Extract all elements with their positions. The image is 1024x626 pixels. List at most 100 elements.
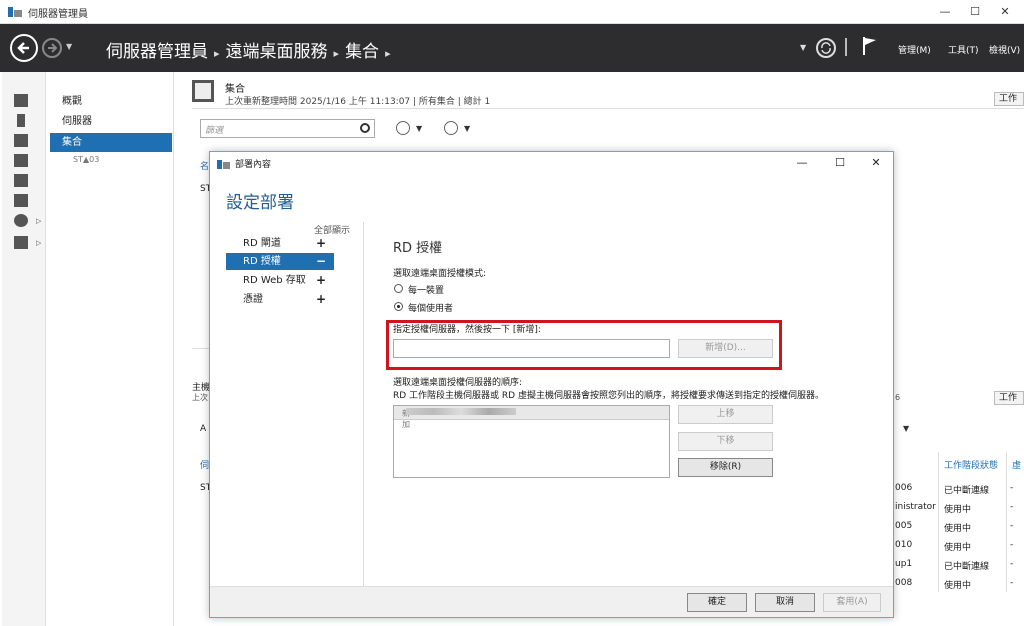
view-menu[interactable]: 檢視(V) [989, 43, 1020, 56]
breadcrumb-server-manager[interactable]: 伺服器管理員 [106, 42, 208, 62]
host-count: 6 [895, 393, 901, 402]
chevron-down-icon[interactable]: ▼ [903, 424, 909, 433]
collection-name-column[interactable]: 名 [200, 159, 209, 172]
cancel-button[interactable]: 取消 [755, 593, 815, 612]
per-user-label[interactable]: 每個使用者 [408, 301, 453, 314]
dialog-nav-label: RD 閘道 [243, 238, 281, 249]
tools-menu[interactable]: 工具(T) [948, 43, 979, 56]
per-device-label[interactable]: 每一裝置 [408, 283, 444, 296]
collections-subtitle: 上次重新整理時間 2025/1/16 上午 11:13:07 | 所有集合 | … [225, 97, 491, 107]
all-servers-icon[interactable] [14, 134, 28, 147]
session-state: 已中斷連線 [944, 562, 990, 572]
history-dropdown-icon[interactable]: ▼ [66, 42, 72, 51]
window-titlebar: 伺服器管理員 — ☐ ✕ [0, 0, 1024, 24]
session-state: 使用中 [944, 581, 972, 591]
section-divider [192, 108, 1024, 109]
chevron-down-icon[interactable]: ▼ [464, 124, 470, 133]
dialog-minimize-button[interactable]: — [788, 154, 816, 172]
dialog-footer: 確定 取消 套用(A) [210, 586, 893, 617]
column-divider [938, 452, 939, 592]
session-state: 已中斷連線 [944, 486, 990, 496]
collapse-minus-icon[interactable]: − [316, 253, 326, 270]
session-user[interactable]: up1 [895, 559, 912, 569]
remove-button[interactable]: 移除(R) [678, 458, 773, 477]
file-services-icon[interactable] [14, 194, 28, 207]
session-user[interactable]: inistrator [895, 502, 936, 512]
notification-flag-icon[interactable] [862, 36, 878, 56]
per-user-radio[interactable] [394, 302, 403, 311]
breadcrumb-collections[interactable]: 集合 [345, 42, 379, 62]
expand-plus-icon[interactable]: + [316, 272, 326, 289]
nav-item-overview[interactable]: 概觀 [50, 92, 172, 111]
ad-cs-icon[interactable] [14, 154, 28, 167]
filter-input[interactable]: 篩選 [200, 119, 375, 138]
dialog-close-button[interactable]: ✕ [862, 154, 890, 172]
license-server-input[interactable] [393, 339, 670, 358]
print-services-icon[interactable] [14, 174, 28, 187]
nav-item-servers[interactable]: 伺服器 [50, 112, 172, 131]
chevron-down-icon[interactable]: ▼ [416, 124, 422, 133]
search-icon[interactable] [360, 123, 370, 133]
license-server-list[interactable]: 新加 [393, 405, 670, 478]
expand-plus-icon[interactable]: + [316, 235, 326, 252]
redacted-server-name [406, 408, 516, 415]
breadcrumb-rds[interactable]: 遠端桌面服務 [226, 42, 328, 62]
session-state-column[interactable]: 工作階段狀態 [944, 458, 998, 471]
ok-button[interactable]: 確定 [687, 593, 747, 612]
nav-item-collections[interactable]: 集合 [50, 133, 172, 152]
virtual-column[interactable]: 虛 [1012, 458, 1021, 471]
dialog-title: 部署內容 [235, 160, 272, 170]
dialog-nav-rd-licensing[interactable]: RD 授權 − [226, 253, 334, 270]
add-button[interactable]: 新增(D)... [678, 339, 773, 358]
move-down-button[interactable]: 下移 [678, 432, 773, 451]
per-device-radio[interactable] [394, 284, 403, 293]
dialog-nav-label: 憑證 [243, 294, 263, 305]
session-state: 使用中 [944, 524, 972, 534]
save-query-icon[interactable] [444, 121, 458, 135]
arrow-left-icon [17, 42, 29, 54]
session-extra: - [1010, 483, 1014, 493]
back-button[interactable] [10, 34, 38, 62]
local-server-icon[interactable] [17, 114, 25, 127]
close-button[interactable]: ✕ [990, 2, 1020, 22]
dialog-nav-rd-web-access[interactable]: RD Web 存取 + [226, 272, 334, 289]
forward-button[interactable] [42, 38, 62, 58]
host-section-subtitle: 上次 [192, 393, 208, 402]
expand-plus-icon[interactable]: + [316, 291, 326, 308]
host-filter[interactable]: A [200, 424, 206, 434]
expand-arrow-icon[interactable]: ▷ [36, 217, 41, 225]
session-user[interactable]: 008 [895, 578, 912, 588]
session-state: 使用中 [944, 505, 972, 515]
header-dropdown-icon[interactable]: ▼ [800, 43, 806, 52]
move-up-button[interactable]: 上移 [678, 405, 773, 424]
dialog-nav-rd-gateway[interactable]: RD 閘道 + [226, 235, 334, 252]
apply-button[interactable]: 套用(A) [823, 593, 881, 612]
manage-menu[interactable]: 管理(M) [898, 43, 931, 56]
chevron-right-icon: ▸ [333, 47, 340, 60]
dialog-maximize-button[interactable]: ☐ [826, 154, 854, 172]
refresh-button[interactable] [816, 38, 836, 58]
hyper-v-icon[interactable] [14, 236, 28, 249]
dialog-heading: 設定部署 [226, 193, 294, 213]
dialog-nav-certificates[interactable]: 憑證 + [226, 291, 334, 308]
host-server-column[interactable]: 伺 [200, 458, 209, 471]
nav-item-collection-name[interactable]: ST▲03 [73, 155, 99, 164]
header-divider [845, 38, 847, 56]
session-user[interactable]: 005 [895, 521, 912, 531]
tasks-button[interactable]: 工作 [994, 92, 1024, 106]
expand-arrow-icon[interactable]: ▷ [36, 239, 41, 247]
host-tasks-button[interactable]: 工作 [994, 391, 1024, 405]
maximize-button[interactable]: ☐ [960, 2, 990, 22]
remote-desktop-services-icon[interactable] [14, 214, 28, 227]
session-user[interactable]: 010 [895, 540, 912, 550]
collections-title: 集合 [225, 84, 245, 95]
session-user[interactable]: 006 [895, 483, 912, 493]
breadcrumb: 伺服器管理員 ▸ 遠端桌面服務 ▸ 集合 ▸ [106, 37, 397, 62]
list-item[interactable]: 新加 [394, 406, 669, 429]
dashboard-icon[interactable] [14, 94, 28, 107]
server-order-description: RD 工作階段主機伺服器或 RD 虛擬主機伺服器會按照您列出的順序，將授權要求傳… [393, 391, 824, 401]
minimize-button[interactable]: — [930, 2, 960, 22]
list-view-icon[interactable] [396, 121, 410, 135]
dialog-titlebar: 部署內容 — ☐ ✕ [210, 152, 893, 174]
session-extra: - [1010, 540, 1014, 550]
